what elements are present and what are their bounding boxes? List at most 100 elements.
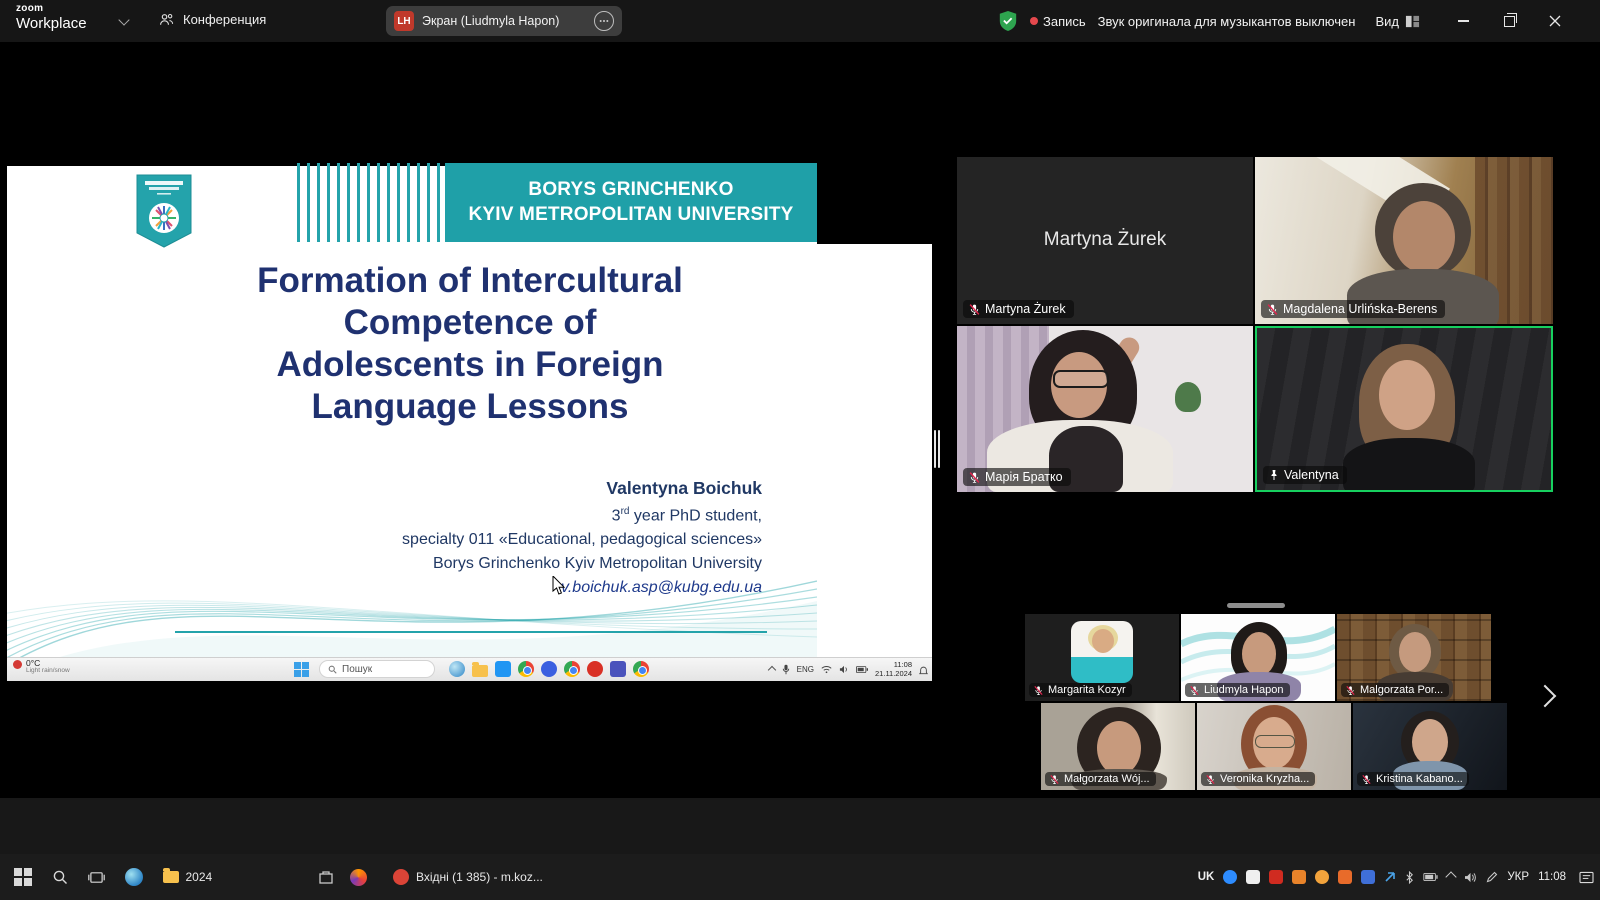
meeting-toolbar: Звук Видео 32 Участники 1 Чат Отреагиров… (0, 798, 1600, 854)
tab-meeting-label: Конференция (183, 12, 266, 27)
plant-decoration (1175, 382, 1201, 412)
video-tile-liudmyla[interactable]: Liudmyla Hapon (1181, 614, 1335, 701)
slide-waves-decoration (7, 503, 817, 681)
titlebar-status-group: Запись Звук оригинала для музыкантов вык… (998, 0, 1420, 42)
mail-window-label: Вхідні (1 385) - m.koz... (416, 870, 543, 884)
chrome-icon (564, 661, 580, 677)
start-button[interactable] (14, 868, 32, 886)
video-tile-malgorzata-w[interactable]: Małgorzata Wój... (1041, 703, 1195, 790)
tab-shared-screen[interactable]: LH Экран (Liudmyla Hapon) (386, 6, 622, 36)
notification-center-icon[interactable] (1579, 871, 1594, 884)
name-tag: Martyna Żurek (963, 300, 1074, 318)
name-tag: Magdalena Urlińska-Berens (1261, 300, 1445, 318)
edge-icon[interactable] (125, 868, 143, 886)
tab-meeting[interactable]: Конференция (158, 11, 266, 28)
mail-window-button[interactable]: Вхідні (1 385) - m.koz... (383, 854, 553, 900)
video-tile-margarita[interactable]: Margarita Kozyr (1025, 614, 1179, 701)
store-icon[interactable] (318, 869, 334, 885)
name-tag: Liudmyla Hapon (1185, 683, 1290, 697)
minimize-button[interactable] (1440, 0, 1486, 42)
chrome-icon (518, 661, 534, 677)
name-tag: Margarita Kozyr (1029, 683, 1132, 697)
pen-icon[interactable] (1486, 871, 1498, 883)
mail-icon (495, 661, 511, 677)
zoom-logo-bottom: Workplace (16, 16, 87, 31)
muted-mic-icon (1033, 685, 1044, 696)
language-indicator[interactable]: УКР (1507, 871, 1529, 883)
muted-mic-icon (968, 303, 981, 316)
video-tile-mariia[interactable]: Марія Братко (957, 326, 1253, 492)
teams-icon (610, 661, 626, 677)
avatar: LH (394, 11, 414, 31)
close-button[interactable] (1532, 0, 1578, 42)
shield-check-icon[interactable] (998, 10, 1018, 32)
slide-title-line: Competence of (27, 302, 913, 344)
onedrive-arrow-icon[interactable] (1384, 871, 1396, 883)
gallery-drag-handle[interactable] (1227, 603, 1285, 608)
name-tag: Valentyna (1263, 466, 1347, 484)
name-tag: Małgorzata Wój... (1045, 772, 1156, 786)
glasses (1255, 735, 1295, 748)
system-tray: UK УКР 11:08 (1198, 854, 1594, 900)
task-view-icon[interactable] (88, 870, 105, 885)
zoom-tray-icon[interactable] (1223, 870, 1237, 884)
name-tag: Veronika Kryzha... (1201, 772, 1315, 786)
pin-icon (1268, 469, 1280, 481)
tray-app-icon[interactable] (1292, 870, 1306, 884)
clock[interactable]: 11:08 (1538, 871, 1566, 883)
firefox-icon[interactable] (350, 869, 367, 886)
speaker-icon (839, 665, 849, 674)
video-tile-malgorzata-p[interactable]: Malgorzata Por... (1337, 614, 1491, 701)
view-layout-icon (1405, 14, 1420, 29)
tab-options-button[interactable] (594, 11, 614, 31)
folder-button[interactable]: 2024 (163, 854, 213, 900)
view-button[interactable]: Вид (1375, 14, 1420, 29)
video-tile-magdalena[interactable]: Magdalena Urlińska-Berens (1255, 157, 1553, 324)
bluetooth-icon[interactable] (1405, 871, 1414, 884)
minimize-icon (1458, 20, 1469, 22)
taskbar-left: 2024 (14, 854, 212, 900)
battery-icon[interactable] (1423, 873, 1438, 881)
tray-app-icon[interactable] (1361, 870, 1375, 884)
notification-bell-icon (919, 665, 928, 675)
panel-resize-handle[interactable] (934, 430, 941, 468)
video-tile-valentyna[interactable]: Valentyna (1255, 326, 1553, 492)
speaker-icon[interactable] (1464, 872, 1477, 883)
next-page-arrow[interactable] (1534, 685, 1557, 708)
banner-line2: KYIV METROPOLITAN UNIVERSITY (468, 203, 793, 228)
search-icon[interactable] (52, 869, 68, 885)
shared-taskbar-tray: ENG 11:08 21.11.2024 (769, 658, 928, 681)
glasses (1053, 370, 1109, 388)
shared-clock-date: 21.11.2024 (875, 670, 912, 679)
shared-screen-view: BORYS GRINCHENKO KYIV METROPOLITAN UNIVE… (7, 158, 932, 681)
record-dot-icon (1030, 17, 1038, 25)
mic-icon (782, 664, 790, 675)
video-tile-martyna[interactable]: Martyna Żurek Martyna Żurek (957, 157, 1253, 324)
video-tile-kristina[interactable]: Kristina Kabano... (1353, 703, 1507, 790)
tray-app-icon[interactable] (1246, 870, 1260, 884)
tray-app-icon[interactable] (1315, 870, 1329, 884)
tray-app-icon[interactable] (1338, 870, 1352, 884)
tile-center-name: Martyna Żurek (957, 228, 1253, 250)
slide-title-line: Adolescents in Foreign (27, 344, 913, 386)
muted-mic-icon (1189, 685, 1200, 696)
banner-line1: BORYS GRINCHENKO (528, 178, 733, 203)
university-crest (135, 173, 193, 249)
muted-mic-icon (1345, 685, 1356, 696)
chevron-down-icon[interactable] (118, 14, 129, 25)
slide-title-line: Language Lessons (27, 386, 913, 428)
university-banner: BORYS GRINCHENKO KYIV METROPOLITAN UNIVE… (445, 163, 817, 242)
video-tile-veronika[interactable]: Veronika Kryzha... (1197, 703, 1351, 790)
name-tag: Kristina Kabano... (1357, 772, 1469, 786)
tray-expand-icon (767, 665, 775, 673)
slide-title: Formation of Intercultural Competence of… (27, 260, 913, 428)
tray-expand-chevron[interactable] (1446, 871, 1457, 882)
chrome-icon (633, 661, 649, 677)
tab-shared-screen-label: Экран (Liudmyla Hapon) (422, 14, 586, 28)
mouse-cursor (552, 576, 566, 596)
restore-button[interactable] (1486, 0, 1532, 42)
language-badge[interactable]: UK (1198, 871, 1215, 883)
tray-app-icon[interactable] (1269, 870, 1283, 884)
muted-mic-icon (1049, 774, 1060, 785)
shared-search-box: Пошук (319, 660, 435, 678)
